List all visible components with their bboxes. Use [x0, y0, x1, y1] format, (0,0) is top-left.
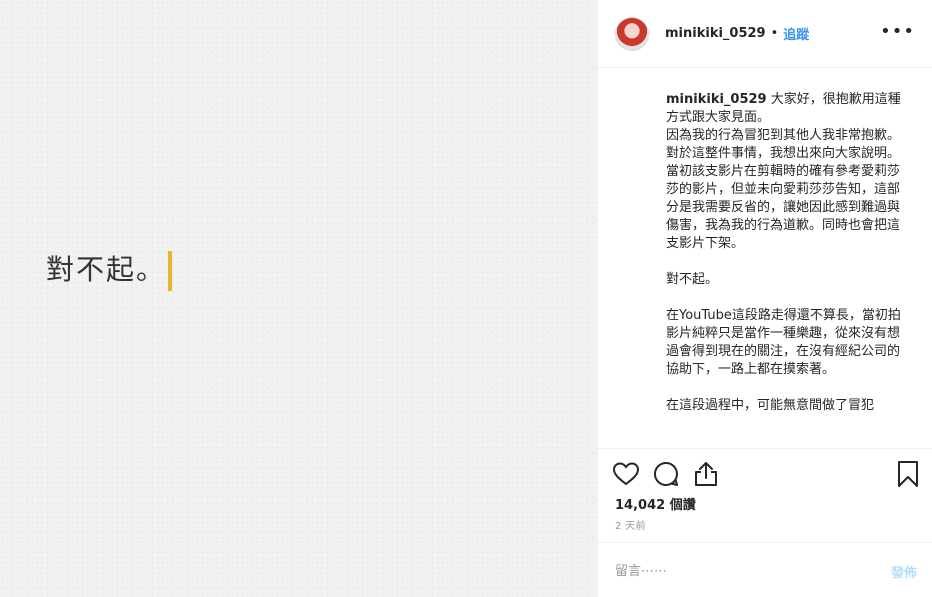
follow-button[interactable]: 追蹤 [783, 24, 809, 43]
more-options-icon[interactable]: ••• [880, 22, 915, 42]
caption-username[interactable]: minikiki_0529 [666, 92, 767, 107]
post-time[interactable]: 2 天前 [615, 517, 646, 532]
image-text: 對不起。 [46, 253, 167, 286]
share-icon[interactable] [692, 460, 720, 488]
comment-bar: 發佈 [598, 542, 932, 597]
avatar[interactable] [615, 16, 649, 51]
caption-text: 大家好，很抱歉用這種方式跟大家見面。 因為我的行為冒犯到其他人我非常抱歉。對於這… [666, 92, 901, 413]
comment-input[interactable] [615, 561, 855, 581]
comment-icon[interactable] [652, 460, 680, 488]
image-accent-bar [168, 251, 172, 291]
action-bar [598, 450, 932, 494]
post-comment-button[interactable]: 發佈 [891, 562, 917, 581]
header-separator: • [770, 26, 779, 41]
post-side-panel: minikiki_0529 • 追蹤 ••• minikiki_0529 大家好… [597, 0, 932, 597]
caption-scroll-area[interactable]: minikiki_0529 大家好，很抱歉用這種方式跟大家見面。 因為我的行為冒… [598, 69, 932, 449]
header-username[interactable]: minikiki_0529 [665, 26, 766, 41]
caption: minikiki_0529 大家好，很抱歉用這種方式跟大家見面。 因為我的行為冒… [666, 91, 907, 415]
view-count[interactable]: 14,042 個讚 [615, 494, 696, 513]
bookmark-icon[interactable] [894, 460, 922, 488]
heart-icon[interactable] [612, 460, 640, 488]
post-header: minikiki_0529 • 追蹤 ••• [598, 0, 932, 68]
post-image: 對不起。 [0, 0, 597, 597]
